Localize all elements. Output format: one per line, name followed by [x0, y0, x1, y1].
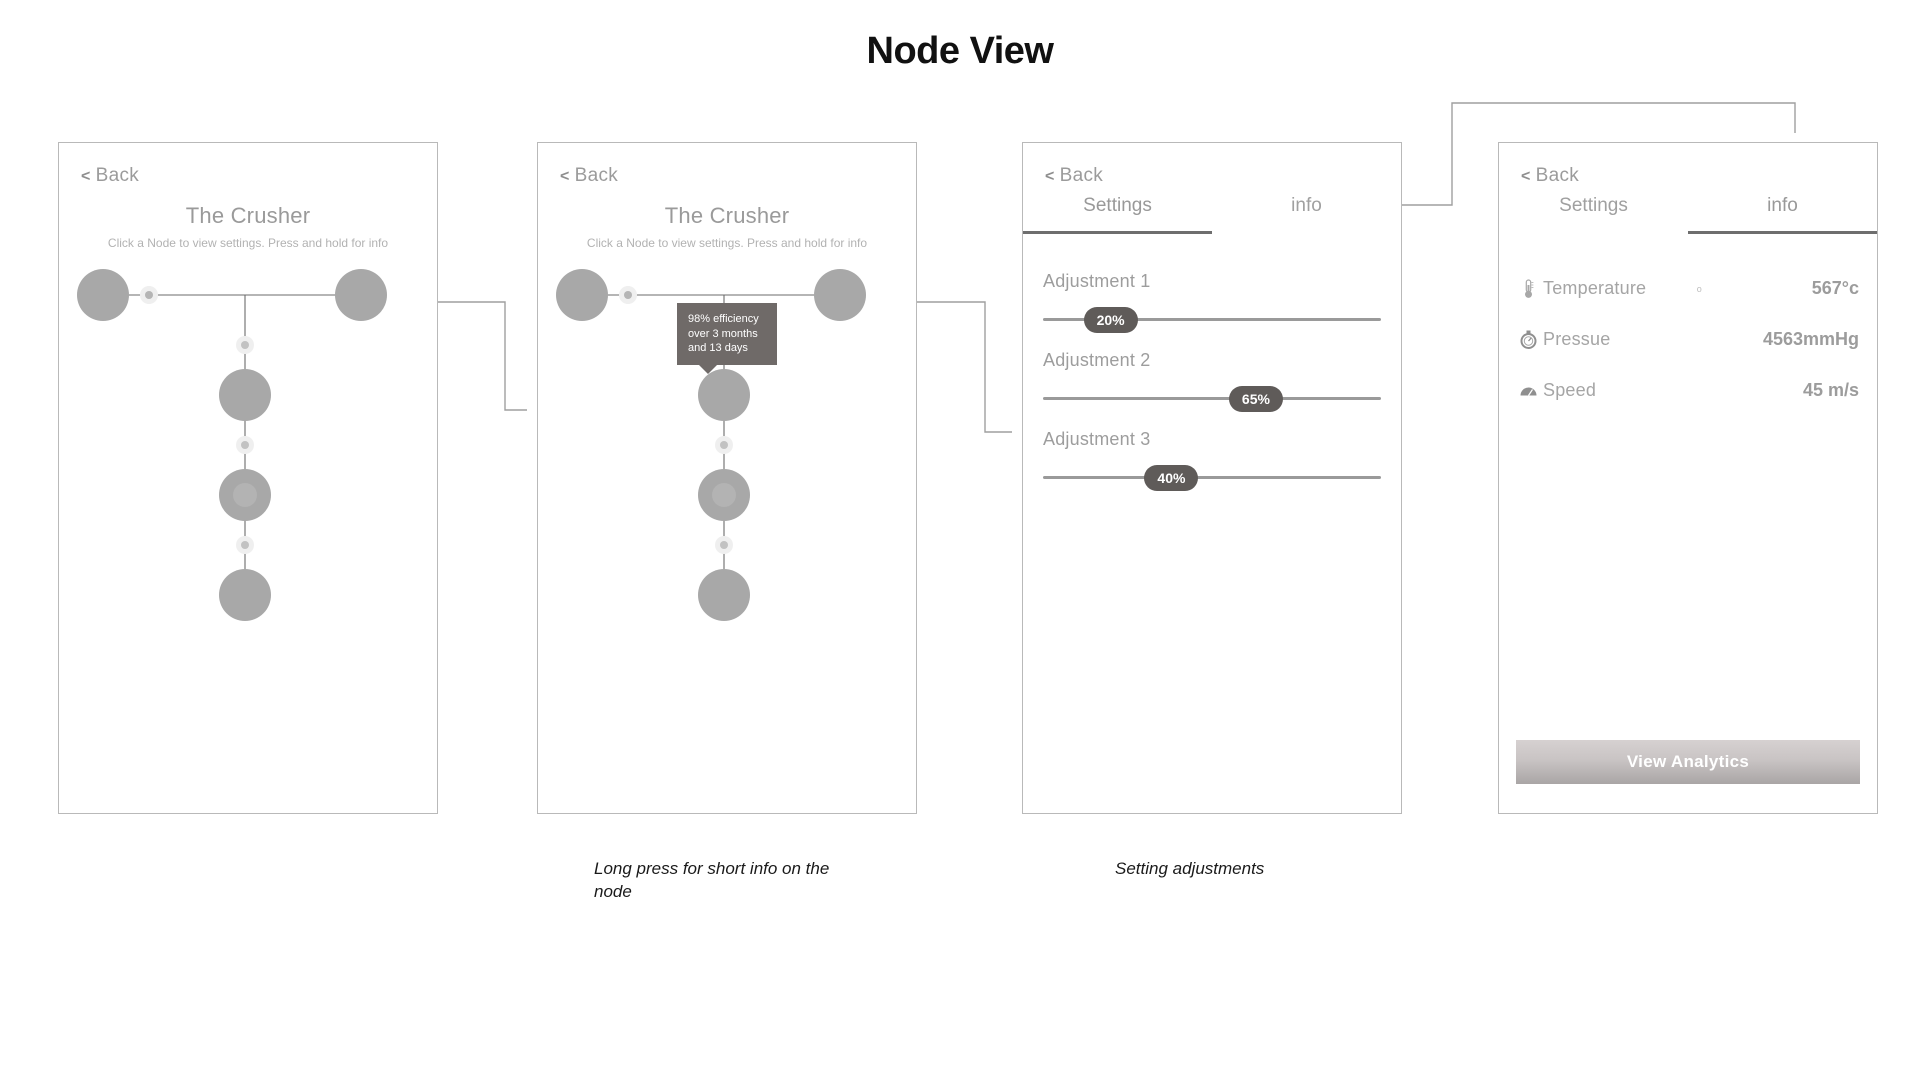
graph-node-inner [712, 483, 736, 507]
graph-node [556, 269, 608, 321]
metric-label-temperature: Temperature [1543, 278, 1647, 298]
graph-node [219, 569, 271, 621]
degree-mark: o [1696, 283, 1702, 294]
tab-info[interactable]: info [1688, 195, 1877, 234]
caption-long-press: Long press for short info on the node [594, 859, 830, 901]
adjustment-2-track[interactable]: 65% [1043, 385, 1381, 412]
edge-joint-dot [720, 441, 728, 449]
view-analytics-button[interactable]: View Analytics [1516, 740, 1860, 784]
caption-setting-adjustments: Setting adjustments [1115, 859, 1265, 878]
metric-value-speed: 45 m/s [1802, 380, 1859, 400]
edge-joint-dot [145, 291, 153, 299]
thermometer-icon [1517, 278, 1539, 299]
metric-value-pressure: 4563mmHg [1762, 329, 1859, 349]
graph-node [814, 269, 866, 321]
metric-label-speed: Speed [1543, 380, 1597, 400]
node-graph-panel: < Back The Crusher Click a Node to view s… [58, 142, 438, 814]
panel3-tabs: Settings info [1023, 195, 1401, 234]
tab-settings[interactable]: Settings [1499, 195, 1688, 234]
adjustment-2-thumb[interactable]: 65% [1228, 385, 1283, 412]
metric-value-temperature: 567°c [1811, 278, 1859, 298]
node-graph-longpress-panel: < Back The Crusher Click a Node to view s… [537, 142, 917, 814]
tab-info[interactable]: info [1212, 195, 1401, 234]
speedometer-icon [1517, 384, 1539, 397]
adjustment-2-label: Adjustment 2 [1043, 350, 1151, 370]
info-panel: <Back Settings info Temperature o 567°c [1498, 142, 1878, 814]
edge-joint-dot [720, 541, 728, 549]
node-graph-canvas [59, 143, 437, 813]
metrics-list: Temperature o 567°c Pressue 4563mmHg Spe… [1517, 263, 1859, 416]
back-label: Back [1059, 165, 1104, 186]
back-label: Back [1535, 165, 1580, 186]
adjustment-1-track[interactable]: 20% [1043, 306, 1381, 333]
panel4-tabs: Settings info [1499, 195, 1877, 234]
chevron-left-icon: < [1045, 168, 1055, 185]
metric-row-temperature: Temperature o 567°c [1517, 263, 1859, 314]
node-graph-canvas [538, 143, 916, 813]
page-title: Node View [866, 30, 1054, 72]
edge-joint-dot [241, 541, 249, 549]
edge-joint-dot [241, 341, 249, 349]
chevron-left-icon: < [1521, 168, 1531, 185]
adjustment-3-thumb[interactable]: 40% [1144, 464, 1199, 491]
graph-node [335, 269, 387, 321]
adjustment-2-group: Adjustment 2 65% [1043, 350, 1381, 412]
pressure-gauge-icon [1517, 330, 1539, 349]
node-info-tooltip: 98% efficiency over 3 months and 13 days [677, 303, 777, 374]
graph-node [698, 569, 750, 621]
metric-row-pressure: Pressue 4563mmHg [1517, 314, 1859, 365]
tab-settings[interactable]: Settings [1023, 195, 1212, 234]
metric-label-pressure: Pressue [1543, 329, 1611, 349]
graph-node-selected [698, 369, 750, 421]
adjustment-1-thumb[interactable]: 20% [1083, 306, 1138, 333]
edge-joint-dot [624, 291, 632, 299]
back-button-panel3[interactable]: < Back [1045, 165, 1103, 187]
edge-joint-dot [241, 441, 249, 449]
graph-node-inner [233, 483, 257, 507]
adjustment-1-group: Adjustment 1 20% [1043, 271, 1381, 333]
adjustment-3-track[interactable]: 40% [1043, 464, 1381, 491]
metric-row-speed: Speed 45 m/s [1517, 365, 1859, 416]
settings-panel: < Back Settings info Adjustment 1 20% Adj… [1022, 142, 1402, 814]
adjustment-3-group: Adjustment 3 40% [1043, 429, 1381, 491]
adjustment-3-label: Adjustment 3 [1043, 429, 1151, 449]
graph-node [77, 269, 129, 321]
adjustment-1-label: Adjustment 1 [1043, 271, 1151, 291]
back-button-panel4[interactable]: < Back [1521, 165, 1579, 187]
graph-node [219, 369, 271, 421]
